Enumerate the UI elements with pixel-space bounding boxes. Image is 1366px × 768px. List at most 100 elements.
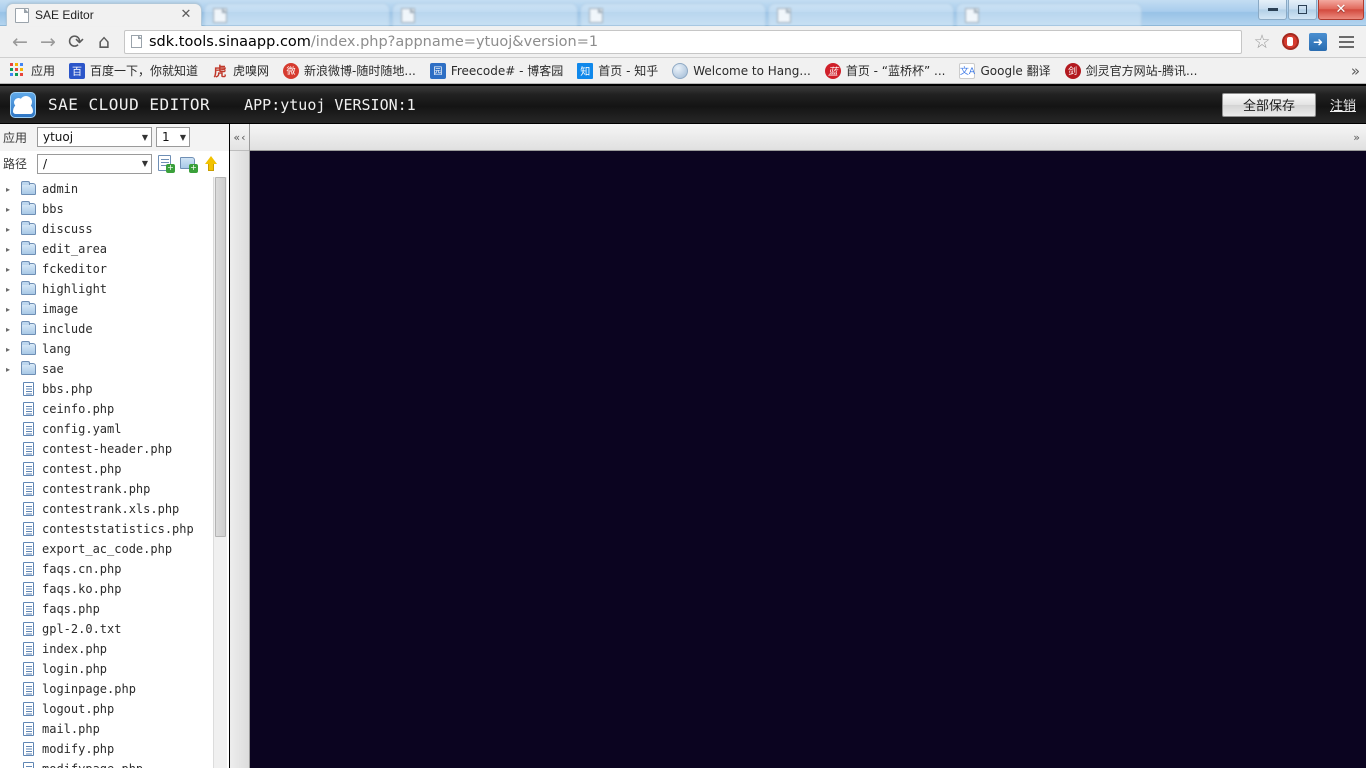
expand-triangle-icon[interactable]: ▸ (6, 205, 20, 214)
file-tree[interactable]: ▸ admin ▸ bbs ▸ discuss ▸ edit_area ▸ fckeditor ▸ h… (0, 177, 229, 768)
tree-folder-row[interactable]: ▸ image (0, 299, 229, 319)
expand-triangle-icon[interactable]: ▸ (6, 325, 20, 334)
tree-file-row[interactable]: faqs.cn.php (0, 559, 229, 579)
address-bar[interactable]: sdk.tools.sinaapp.com/index.php?appname=… (124, 29, 1242, 54)
tree-file-row[interactable]: gpl-2.0.txt (0, 619, 229, 639)
tree-folder-row[interactable]: ▸ edit_area (0, 239, 229, 259)
tree-folder-row[interactable]: ▸ bbs (0, 199, 229, 219)
version-select[interactable]: 1 ▼ (156, 127, 190, 148)
tree-file-row[interactable]: ceinfo.php (0, 399, 229, 419)
back-icon[interactable]: ← (6, 29, 34, 55)
bookmark-baidu[interactable]: 百 百度一下，你就知道 (63, 61, 204, 81)
minimize-button[interactable] (1258, 0, 1287, 20)
tree-file-row[interactable]: modifypage.php (0, 759, 229, 768)
file-icon (20, 581, 37, 597)
logout-link[interactable]: 注销 (1330, 95, 1356, 114)
tree-node-label: edit_area (42, 242, 108, 256)
tree-file-row[interactable]: contest-header.php (0, 439, 229, 459)
home-icon[interactable]: ⌂ (90, 29, 118, 55)
expand-triangle-icon[interactable]: ▸ (6, 365, 20, 374)
collapse-icon[interactable]: ‹ (241, 131, 245, 144)
browser-tab-background-5[interactable] (956, 3, 1142, 26)
tab-close-icon[interactable]: ✕ (179, 8, 193, 22)
tree-file-row[interactable]: config.yaml (0, 419, 229, 439)
file-icon (20, 681, 37, 697)
browser-navigation-bar: ← → ⟳ ⌂ sdk.tools.sinaapp.com/index.php?… (0, 26, 1366, 58)
collapse-all-icon[interactable]: « (233, 131, 240, 144)
browser-tab-active[interactable]: SAE Editor ✕ (6, 3, 202, 26)
expand-triangle-icon[interactable]: ▸ (6, 285, 20, 294)
path-select[interactable]: / ▼ (37, 153, 152, 174)
maximize-button[interactable] (1288, 0, 1317, 20)
bookmark-huxiu[interactable]: 虎 虎嗅网 (206, 61, 275, 81)
tree-folder-row[interactable]: ▸ sae (0, 359, 229, 379)
tree-node-label: loginpage.php (42, 682, 136, 696)
expand-triangle-icon[interactable]: ▸ (6, 225, 20, 234)
expand-icon[interactable]: » (1353, 131, 1360, 144)
expand-triangle-icon[interactable]: ▸ (6, 305, 20, 314)
adblock-stop-icon[interactable] (1276, 29, 1304, 55)
browser-tab-background-2[interactable] (392, 3, 578, 26)
tree-node-label: logout.php (42, 702, 115, 716)
bookmark-cnblogs[interactable]: 园 Freecode# - 博客园 (424, 61, 569, 81)
tree-file-row[interactable]: contestrank.php (0, 479, 229, 499)
new-file-icon[interactable]: + (156, 154, 175, 174)
file-icon (20, 561, 37, 577)
tree-file-row[interactable]: login.php (0, 659, 229, 679)
expand-triangle-icon[interactable]: ▸ (6, 265, 20, 274)
url-host: sdk.tools.sinaapp.com (149, 33, 311, 50)
bookmark-zhihu[interactable]: 知 首页 - 知乎 (571, 61, 664, 81)
code-editor-area[interactable] (250, 151, 1366, 768)
tree-folder-row[interactable]: ▸ highlight (0, 279, 229, 299)
tree-folder-row[interactable]: ▸ fckeditor (0, 259, 229, 279)
app-selector-row: 应用 ytuoj ▼ 1 ▼ (0, 124, 229, 151)
browser-tab-background-1[interactable] (204, 3, 390, 26)
expand-triangle-icon[interactable]: ▸ (6, 245, 20, 254)
tree-file-row[interactable]: conteststatistics.php (0, 519, 229, 539)
forward-icon[interactable]: → (34, 29, 62, 55)
bookmark-star-icon[interactable]: ☆ (1248, 29, 1276, 55)
save-all-button[interactable]: 全部保存 (1221, 92, 1316, 117)
tree-file-row[interactable]: mail.php (0, 719, 229, 739)
file-tree-scrollbar[interactable] (213, 177, 227, 768)
tree-file-row[interactable]: faqs.ko.php (0, 579, 229, 599)
tree-folder-row[interactable]: ▸ admin (0, 179, 229, 199)
tree-folder-row[interactable]: ▸ include (0, 319, 229, 339)
tree-file-row[interactable]: faqs.php (0, 599, 229, 619)
extension-arrow-icon[interactable]: ➜ (1304, 29, 1332, 55)
bookmark-lanqiao[interactable]: 蓝 首页 - “蓝桥杯” ... (819, 61, 952, 81)
page-title: SAE CLOUD EDITOR (48, 95, 211, 114)
browser-tab-background-4[interactable] (768, 3, 954, 26)
tab-strip: SAE Editor ✕ (0, 0, 1240, 26)
new-folder-icon[interactable]: + (179, 154, 198, 174)
tree-folder-row[interactable]: ▸ discuss (0, 219, 229, 239)
tree-folder-row[interactable]: ▸ lang (0, 339, 229, 359)
browser-tab-background-3[interactable] (580, 3, 766, 26)
tree-file-row[interactable]: export_ac_code.php (0, 539, 229, 559)
tree-file-row[interactable]: contest.php (0, 459, 229, 479)
tree-file-row[interactable]: contestrank.xls.php (0, 499, 229, 519)
tree-file-row[interactable]: modify.php (0, 739, 229, 759)
tree-file-row[interactable]: loginpage.php (0, 679, 229, 699)
file-tree-scroll-thumb[interactable] (215, 177, 226, 537)
close-button[interactable]: ✕ (1318, 0, 1364, 20)
tree-node-label: faqs.cn.php (42, 562, 122, 576)
app-select[interactable]: ytuoj ▼ (37, 127, 152, 148)
bookmark-jianling[interactable]: 剑 剑灵官方网站-腾讯... (1059, 61, 1204, 81)
tree-file-row[interactable]: index.php (0, 639, 229, 659)
bookmark-hangzhou[interactable]: Welcome to Hang... (666, 61, 817, 81)
bookmark-weibo[interactable]: 微 新浪微博-随时随地... (277, 61, 422, 81)
reload-icon[interactable]: ⟳ (62, 29, 90, 55)
upload-icon[interactable] (202, 154, 221, 173)
tree-file-row[interactable]: logout.php (0, 699, 229, 719)
app-select-value: ytuoj (43, 130, 74, 145)
bookmark-apps[interactable]: 应用 (4, 61, 61, 81)
bookmark-google-translate[interactable]: 文A Google 翻译 (953, 61, 1056, 81)
sidebar-splitter[interactable]: « ‹ (230, 124, 250, 768)
browser-menu-icon[interactable] (1332, 29, 1360, 55)
lanqiao-icon: 蓝 (824, 62, 841, 79)
expand-triangle-icon[interactable]: ▸ (6, 185, 20, 194)
bookmarks-overflow-icon[interactable]: » (1351, 62, 1360, 80)
expand-triangle-icon[interactable]: ▸ (6, 345, 20, 354)
tree-file-row[interactable]: bbs.php (0, 379, 229, 399)
